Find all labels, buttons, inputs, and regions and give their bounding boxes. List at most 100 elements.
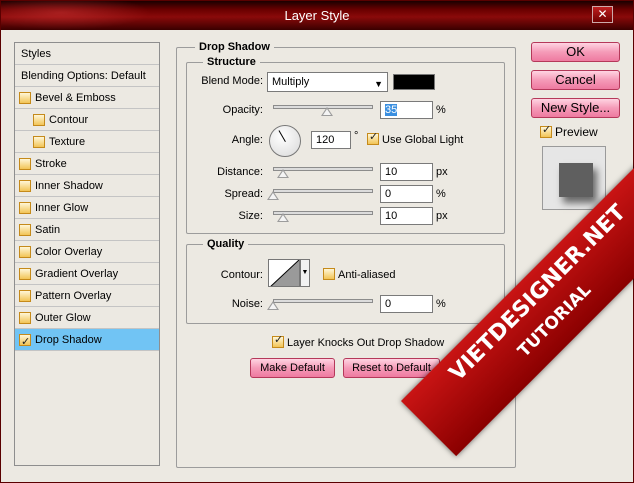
- style-item-label: Gradient Overlay: [35, 268, 119, 280]
- quality-title: Quality: [203, 238, 249, 250]
- noise-unit: %: [436, 298, 446, 310]
- noise-value: 0: [385, 298, 392, 310]
- distance-unit: px: [436, 166, 448, 178]
- angle-dial-needle: [278, 130, 286, 142]
- noise-slider[interactable]: [273, 299, 373, 303]
- style-item-label: Outer Glow: [35, 312, 91, 324]
- preview-check[interactable]: [540, 123, 552, 138]
- style-item-inner-shadow[interactable]: Inner Shadow: [15, 175, 159, 197]
- opacity-label: Opacity:: [222, 104, 263, 116]
- spread-slider-thumb[interactable]: [267, 191, 279, 200]
- noise-label: Noise:: [231, 298, 263, 310]
- knockout-label: Layer Knocks Out Drop Shadow: [287, 337, 445, 349]
- distance-input[interactable]: 10: [380, 163, 433, 181]
- contour-curve-icon: [270, 260, 299, 286]
- blend-mode-label: Blend Mode:: [201, 75, 263, 87]
- anti-aliased-checkbox[interactable]: Anti-aliased: [323, 268, 395, 282]
- blend-mode-select[interactable]: Multiply ▼: [267, 72, 388, 92]
- opacity-slider-thumb[interactable]: [321, 107, 333, 116]
- style-item-checkbox[interactable]: [19, 312, 31, 324]
- spread-unit: %: [436, 188, 446, 200]
- style-item-label: Contour: [49, 114, 89, 126]
- style-item-checkbox[interactable]: [19, 92, 31, 104]
- size-unit: px: [436, 210, 448, 222]
- preview-shape: [559, 163, 593, 197]
- style-item-stroke[interactable]: Stroke: [15, 153, 159, 175]
- noise-input[interactable]: 0: [380, 295, 433, 313]
- spread-slider[interactable]: [273, 189, 373, 193]
- blending-options-item[interactable]: Blending Options: Default: [15, 65, 159, 87]
- spread-value: 0: [385, 188, 392, 200]
- style-item-outer-glow[interactable]: Outer Glow: [15, 307, 159, 329]
- style-item-label: Texture: [49, 136, 86, 148]
- dialog-body: Styles Blending Options: Default Bevel &…: [5, 30, 629, 478]
- contour-picker[interactable]: [268, 259, 300, 287]
- new-style-button[interactable]: New Style...: [531, 98, 620, 118]
- spread-input[interactable]: 0: [380, 185, 433, 203]
- drop-shadow-title: Drop Shadow: [195, 41, 274, 53]
- style-item-contour[interactable]: Contour: [15, 109, 159, 131]
- size-value: 10: [385, 210, 398, 222]
- style-item-label: Drop Shadow: [35, 334, 102, 346]
- preview-label: Preview: [555, 125, 598, 139]
- global-light-check[interactable]: [367, 130, 379, 145]
- style-item-label: Bevel & Emboss: [35, 92, 116, 104]
- style-item-color-overlay[interactable]: Color Overlay: [15, 241, 159, 263]
- structure-group: Structure Blend Mode: Multiply ▼ Opacity…: [186, 56, 505, 234]
- use-global-light-checkbox[interactable]: Use Global Light: [367, 130, 464, 147]
- angle-dial[interactable]: [269, 125, 301, 157]
- style-item-inner-glow[interactable]: Inner Glow: [15, 197, 159, 219]
- style-item-texture[interactable]: Texture: [15, 131, 159, 153]
- ok-button[interactable]: OK: [531, 42, 620, 62]
- opacity-value: 35: [385, 104, 398, 116]
- style-item-checkbox[interactable]: [19, 224, 31, 236]
- distance-value: 10: [385, 166, 398, 178]
- style-item-bevel-emboss[interactable]: Bevel & Emboss: [15, 87, 159, 109]
- knockout-checkbox[interactable]: Layer Knocks Out Drop Shadow: [272, 333, 445, 350]
- size-label: Size:: [238, 210, 263, 222]
- style-item-drop-shadow[interactable]: Drop Shadow: [15, 329, 159, 353]
- style-item-checkbox[interactable]: [33, 114, 45, 126]
- style-item-checkbox[interactable]: [19, 290, 31, 302]
- style-item-gradient-overlay[interactable]: Gradient Overlay: [15, 263, 159, 285]
- anti-aliased-check[interactable]: [323, 268, 335, 280]
- distance-slider-thumb[interactable]: [277, 169, 289, 178]
- style-item-label: Stroke: [35, 158, 67, 170]
- style-item-label: Satin: [35, 224, 61, 236]
- style-item-checkbox[interactable]: [19, 331, 31, 353]
- style-item-satin[interactable]: Satin: [15, 219, 159, 241]
- preview-checkbox[interactable]: Preview: [540, 123, 598, 139]
- style-item-checkbox[interactable]: [19, 180, 31, 192]
- blend-mode-value: Multiply: [272, 76, 310, 88]
- style-item-checkbox[interactable]: [19, 202, 31, 214]
- contour-label: Contour:: [220, 269, 263, 281]
- angle-value: 120: [316, 134, 335, 146]
- spread-label: Spread:: [224, 188, 263, 200]
- style-preview-thumbnail: [542, 146, 606, 210]
- size-input[interactable]: 10: [380, 207, 433, 225]
- layer-style-dialog: Layer Style ✕ Styles Blending Options: D…: [0, 0, 634, 483]
- structure-title: Structure: [203, 56, 260, 68]
- angle-input[interactable]: 120: [311, 131, 351, 149]
- global-light-label: Use Global Light: [382, 134, 464, 146]
- cancel-button[interactable]: Cancel: [531, 70, 620, 90]
- close-button[interactable]: ✕: [592, 6, 613, 23]
- noise-slider-thumb[interactable]: [267, 301, 279, 310]
- style-item-checkbox[interactable]: [19, 246, 31, 258]
- make-default-button[interactable]: Make Default: [250, 358, 335, 378]
- opacity-input[interactable]: 35: [380, 101, 433, 119]
- title-bar[interactable]: Layer Style ✕: [1, 1, 633, 30]
- contour-dropdown-button[interactable]: ▼: [300, 259, 310, 287]
- quality-group: Quality Contour: ▼ Anti-aliased Noise: 0…: [186, 238, 505, 324]
- style-item-checkbox[interactable]: [19, 268, 31, 280]
- angle-unit: °: [354, 130, 359, 142]
- style-item-pattern-overlay[interactable]: Pattern Overlay: [15, 285, 159, 307]
- style-item-label: Inner Shadow: [35, 180, 103, 192]
- shadow-color-swatch[interactable]: [393, 74, 435, 90]
- style-item-label: Color Overlay: [35, 246, 103, 258]
- size-slider-thumb[interactable]: [277, 213, 289, 222]
- style-item-checkbox[interactable]: [19, 158, 31, 170]
- style-item-checkbox[interactable]: [33, 136, 45, 148]
- styles-header[interactable]: Styles: [15, 43, 159, 65]
- knockout-check[interactable]: [272, 333, 284, 348]
